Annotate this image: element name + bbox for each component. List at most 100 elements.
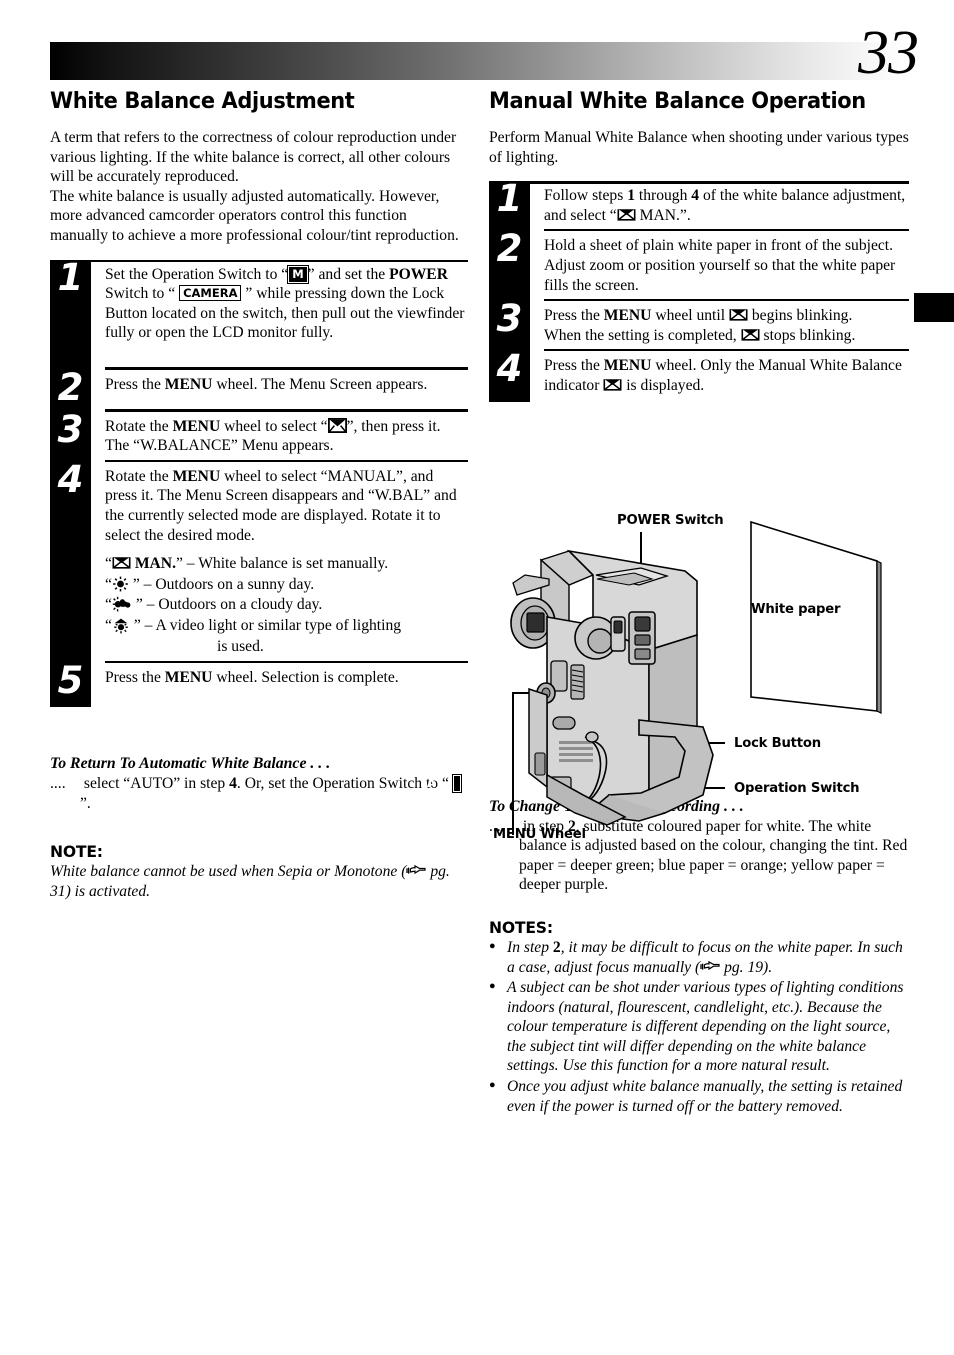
manual-page: 33 White Balance Adjustment A term that … bbox=[0, 0, 954, 1355]
label-operation-switch: Operation Switch bbox=[734, 781, 860, 796]
step-number: 4 bbox=[496, 347, 523, 391]
camera-mode-badge: CAMERA bbox=[179, 284, 242, 302]
page-number: 33 bbox=[858, 19, 919, 87]
page-title-left: White Balance Adjustment bbox=[50, 88, 355, 114]
mode-label: MAN. bbox=[134, 555, 176, 573]
step-text-part: ” and set the bbox=[307, 265, 390, 283]
mode-desc: – White balance is set manually. bbox=[186, 555, 389, 573]
white-balance-mode-list: “ MAN.” – White balance is set manually.… bbox=[105, 554, 468, 657]
mode-item-cloudy: “ ” – Outdoors on a cloudy day. bbox=[105, 596, 323, 614]
mode-item-manual: “ MAN.” – White balance is set manually. bbox=[105, 555, 389, 573]
return-to-auto-body: .... select “AUTO” in step 4. Or, set th… bbox=[50, 774, 468, 813]
step-text-part: Follow steps bbox=[544, 187, 628, 205]
wb-manual-icon bbox=[112, 555, 131, 570]
label-lock-button: Lock Button bbox=[734, 736, 821, 751]
notes-list: In step 2, it may be difficult to focus … bbox=[489, 937, 909, 1116]
edge-tab-marker bbox=[914, 293, 954, 322]
body-text-part: ”. bbox=[80, 794, 91, 812]
step-text-part: Press the bbox=[105, 669, 165, 687]
step-text-part: wheel. Selection is complete. bbox=[212, 669, 399, 687]
intro-paragraph-1: A term that refers to the correctness of… bbox=[50, 129, 457, 186]
step-number: 3 bbox=[496, 297, 523, 341]
note-text-part: In step bbox=[507, 938, 553, 956]
manual-step-1: 1 Follow steps 1 through 4 of the white … bbox=[489, 177, 909, 232]
step-text-part: Rotate the bbox=[105, 417, 173, 435]
step-text: Press the MENU wheel. The Menu Screen ap… bbox=[105, 374, 468, 395]
manual-step-4: 4 Press the MENU wheel. Only the Manual … bbox=[489, 347, 909, 402]
step-4: 4 Rotate the MENU wheel to select “MANUA… bbox=[50, 457, 468, 664]
step-text-part: Switch to “ bbox=[105, 285, 180, 303]
step-text-part: Set the Operation Switch to “ bbox=[105, 265, 289, 283]
step-text-part: Press the bbox=[105, 375, 165, 393]
note-text-part: White balance cannot be used when Sepia … bbox=[50, 863, 407, 881]
manual-step-3: 3 Press the MENU wheel until begins blin… bbox=[489, 297, 909, 352]
note-item: In step 2, it may be difficult to focus … bbox=[489, 937, 909, 977]
wb-manual-icon bbox=[603, 377, 622, 392]
menu-label: MENU bbox=[172, 467, 221, 485]
left-column: White Balance Adjustment A term that ref… bbox=[50, 88, 468, 901]
menu-label: MENU bbox=[164, 669, 213, 687]
camcorder-body bbox=[510, 549, 714, 826]
step-number: 2 bbox=[57, 365, 84, 409]
step-ref: 4 bbox=[229, 775, 237, 793]
return-to-auto-section: To Return To Automatic White Balance . .… bbox=[50, 755, 468, 813]
step-1: 1 Set the Operation Switch to “M” and se… bbox=[50, 257, 468, 370]
step-text-part: wheel to select “ bbox=[220, 417, 328, 435]
step-text-part: wheel until bbox=[651, 307, 729, 325]
step-text-part: Press the bbox=[544, 307, 604, 325]
label-white-paper: White paper bbox=[751, 602, 841, 617]
step-text-part: When the setting is completed, bbox=[544, 326, 741, 344]
sun-cloud-icon bbox=[112, 596, 132, 612]
header-gradient-bar bbox=[50, 42, 908, 80]
power-label: POWER bbox=[389, 265, 448, 283]
note-body: White balance cannot be used when Sepia … bbox=[50, 862, 468, 901]
mode-desc-continued: is used. bbox=[217, 637, 264, 655]
step-number: 2 bbox=[496, 227, 523, 271]
note-text-part: pg. 19). bbox=[720, 958, 773, 976]
step-text-part: is displayed. bbox=[622, 376, 705, 394]
camcorder-illustration: POWER Switch White paper Lock Button Ope… bbox=[489, 505, 919, 865]
step-number: 1 bbox=[496, 177, 523, 221]
mode-desc: – Outdoors on a sunny day. bbox=[143, 575, 315, 593]
step-5: 5 Press the MENU wheel. Selection is com… bbox=[50, 659, 468, 708]
wb-manual-icon bbox=[741, 327, 760, 342]
step-text-part: Rotate the bbox=[105, 467, 173, 485]
intro-paragraph-2: The white balance is usually adjusted au… bbox=[50, 187, 459, 244]
video-light-icon bbox=[112, 617, 130, 634]
step-3: 3 Rotate the MENU wheel to select “ ”, t… bbox=[50, 407, 468, 462]
step-number: 5 bbox=[57, 659, 84, 703]
step-text-part: stops blinking. bbox=[759, 326, 856, 344]
menu-label: MENU bbox=[603, 307, 652, 325]
note-heading: NOTE: bbox=[50, 843, 103, 862]
notes-section: NOTES: In step 2, it may be difficult to… bbox=[489, 919, 909, 1116]
note-item: Once you adjust white balance manually, … bbox=[489, 1076, 909, 1116]
step-text-part: through bbox=[634, 187, 692, 205]
note-section: NOTE: White balance cannot be used when … bbox=[50, 843, 468, 901]
menu-label: MENU bbox=[603, 357, 652, 375]
label-menu-wheel: MENU Wheel bbox=[493, 827, 586, 842]
return-to-auto-heading: To Return To Automatic White Balance . .… bbox=[50, 755, 331, 773]
step-text-part: MAN.”. bbox=[635, 206, 691, 224]
body-text-part: . Or, set the Operation Switch to “ bbox=[236, 775, 453, 793]
step-ref: 2 bbox=[552, 938, 561, 956]
menu-label: MENU bbox=[164, 375, 213, 393]
leader-dots: .... bbox=[50, 775, 66, 793]
step-text-part: begins blinking. bbox=[747, 307, 853, 325]
step-number: 3 bbox=[57, 407, 84, 451]
step-number: 4 bbox=[57, 457, 84, 501]
operation-switch-m-icon: M bbox=[287, 264, 309, 284]
mode-item-video-light: “ ” – A video light or similar type of l… bbox=[105, 616, 402, 634]
note-item: A subject can be shot under various type… bbox=[489, 977, 909, 1076]
step-text: Hold a sheet of plain white paper in fro… bbox=[544, 237, 896, 294]
right-intro-paragraph: Perform Manual White Balance when shooti… bbox=[489, 129, 909, 166]
step-2: 2 Press the MENU wheel. The Menu Screen … bbox=[50, 365, 468, 412]
page-title-right: Manual White Balance Operation bbox=[489, 88, 866, 114]
body-text-part: select “AUTO” in step bbox=[80, 775, 230, 793]
step-text-part: wheel. The Menu Screen appears. bbox=[212, 375, 428, 393]
step-ref: 1 bbox=[627, 187, 635, 205]
camcorder-diagram bbox=[510, 520, 882, 835]
notes-heading: NOTES: bbox=[489, 918, 553, 937]
manual-step-2: 2 Hold a sheet of plain white paper in f… bbox=[489, 227, 909, 302]
mode-desc: – Outdoors on a cloudy day. bbox=[146, 596, 323, 614]
step-text: Follow steps 1 through 4 of the white ba… bbox=[544, 185, 909, 225]
